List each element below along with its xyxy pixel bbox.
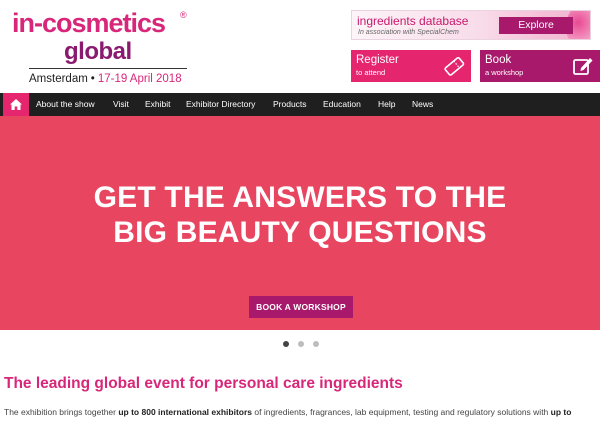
logo-wordmark: in-cosmetics <box>12 8 166 38</box>
carousel-dot-1[interactable] <box>283 341 289 347</box>
edit-pencil-icon <box>573 58 593 75</box>
nav-item-education[interactable]: Education <box>323 93 361 116</box>
nav-item-news[interactable]: News <box>412 93 433 116</box>
site-logo[interactable]: in-cosmetics ® global Amsterdam • 17-19 Ap… <box>12 6 187 86</box>
ingredients-database-banner[interactable]: ingredients database In association with… <box>351 10 591 40</box>
event-city: Amsterdam <box>29 73 88 85</box>
nav-item-exhibitor-directory[interactable]: Exhibitor Directory <box>186 93 255 116</box>
separator-dot: • <box>90 73 95 85</box>
logo-divider <box>29 68 187 69</box>
hero-book-workshop-button[interactable]: BOOK A WORKSHOP <box>249 296 353 318</box>
carousel-indicators <box>283 341 323 347</box>
book-workshop-button[interactable]: Book a workshop <box>480 50 600 82</box>
nav-item-about[interactable]: About the show <box>36 93 95 116</box>
event-dates: 17-19 April 2018 <box>97 73 182 85</box>
intro-heading: The leading global event for personal ca… <box>4 375 403 392</box>
nav-item-exhibit[interactable]: Exhibit <box>145 93 171 116</box>
register-button[interactable]: Register to attend <box>351 50 471 82</box>
ingredients-database-association: In association with SpecialChem <box>358 29 459 36</box>
main-navigation: About the show Visit Exhibit Exhibitor D… <box>0 93 600 116</box>
intro-paragraph: The exhibition brings together up to 800… <box>4 407 571 417</box>
nav-home[interactable] <box>3 93 29 116</box>
hero-headline-line2: BIG BEAUTY QUESTIONS <box>113 216 487 249</box>
logo-registered-mark: ® <box>180 10 187 20</box>
ingredients-database-title: ingredients database <box>357 14 469 28</box>
carousel-dot-3[interactable] <box>313 341 319 347</box>
intro-text-bold1: up to 800 international exhibitors <box>118 407 253 417</box>
hero-banner: GET THE ANSWERS TO THE BIG BEAUTY QUESTI… <box>0 116 600 330</box>
logo-global: global <box>64 38 132 65</box>
nav-item-visit[interactable]: Visit <box>113 93 129 116</box>
ticket-icon <box>444 56 465 76</box>
explore-button[interactable]: Explore <box>499 17 573 34</box>
nav-item-products[interactable]: Products <box>273 93 307 116</box>
event-location-date: Amsterdam • 17-19 April 2018 <box>29 73 182 85</box>
home-icon <box>10 99 22 110</box>
hero-headline: GET THE ANSWERS TO THE BIG BEAUTY QUESTI… <box>0 180 600 250</box>
intro-text-part1: The exhibition brings together <box>4 407 119 417</box>
nav-item-help[interactable]: Help <box>378 93 395 116</box>
register-title: Register <box>356 54 399 66</box>
book-title: Book <box>485 54 512 66</box>
register-subtitle: to attend <box>356 68 386 77</box>
book-subtitle: a workshop <box>485 68 524 77</box>
intro-text-bold2: up to <box>550 407 572 417</box>
intro-text-part2: of ingredients, fragrances, lab equipmen… <box>252 407 551 417</box>
carousel-dot-2[interactable] <box>298 341 304 347</box>
hero-headline-line1: GET THE ANSWERS TO THE <box>93 181 507 214</box>
